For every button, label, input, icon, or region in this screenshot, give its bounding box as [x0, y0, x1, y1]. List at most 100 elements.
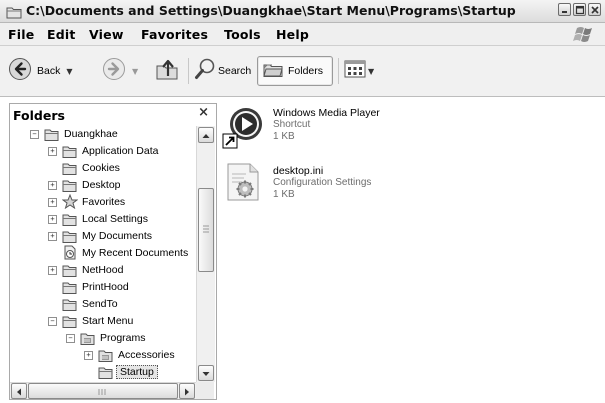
tree-item-local-settings[interactable]: + Local Settings [10, 211, 196, 228]
tree-item-label: Favorites [82, 196, 126, 208]
folders-pane: Folders × − Duangkhae + Application Data [9, 103, 217, 400]
scrollbar-corner [196, 382, 214, 399]
menu-help[interactable]: Help [276, 27, 309, 42]
tree-item-label-selected: Startup [116, 365, 158, 379]
collapse-icon[interactable]: − [30, 130, 39, 139]
forward-button[interactable]: ▼ [102, 56, 138, 86]
file-type: Shortcut [273, 119, 311, 130]
window-title: C:\Documents and Settings\Duangkhae\Star… [26, 3, 516, 18]
window-controls [558, 3, 601, 18]
search-icon [194, 57, 216, 85]
tree-item-label: Cookies [82, 162, 120, 174]
menu-file[interactable]: File [8, 27, 34, 42]
folder-open-icon [98, 365, 114, 382]
search-button[interactable]: Search [194, 56, 251, 86]
tree-item-favorites[interactable]: + Favorites [10, 193, 196, 211]
back-label: Back [37, 65, 61, 77]
folders-label: Folders [288, 65, 324, 77]
menu-view[interactable]: View [89, 27, 124, 42]
file-name: Windows Media Player [273, 107, 380, 119]
up-folder-icon [154, 56, 180, 86]
expand-icon[interactable]: + [48, 232, 57, 241]
folder-icon [6, 4, 22, 19]
scroll-right-button[interactable] [179, 383, 195, 399]
close-pane-button[interactable]: × [198, 105, 209, 120]
up-folder-button[interactable] [154, 56, 180, 86]
explorer-window: C:\Documents and Settings\Duangkhae\Star… [0, 0, 605, 403]
chevron-down-icon[interactable]: ▼ [368, 67, 374, 76]
tree-item-nethood[interactable]: + NetHood [10, 262, 196, 279]
tree-item-application-data[interactable]: + Application Data [10, 143, 196, 160]
folder-tree: − Duangkhae + Application Data Cookies +… [10, 126, 196, 382]
maximize-button[interactable] [573, 3, 586, 16]
scroll-thumb[interactable] [198, 188, 214, 272]
menu-favorites[interactable]: Favorites [141, 27, 208, 42]
tree-item-label: Duangkhae [64, 128, 118, 140]
minimize-button[interactable] [558, 3, 571, 16]
tree-item-my-recent-documents[interactable]: My Recent Documents [10, 245, 196, 262]
expand-icon[interactable]: + [84, 351, 93, 360]
file-name: desktop.ini [273, 165, 324, 177]
close-button[interactable] [588, 3, 601, 16]
tree-item-label: SendTo [82, 298, 118, 310]
toolbar: Back ▼ ▼ Search Folders ▼ [0, 46, 605, 97]
scroll-left-button[interactable] [11, 383, 27, 399]
tree-item-label: My Documents [82, 230, 153, 242]
tree-item-label: Application Data [82, 145, 159, 157]
title-bar[interactable]: C:\Documents and Settings\Duangkhae\Star… [0, 0, 605, 23]
config-file-icon [224, 160, 264, 208]
tree-item-label: Accessories [118, 349, 175, 361]
collapse-icon[interactable]: − [48, 317, 57, 326]
tree-item-accessories[interactable]: + Accessories [10, 347, 196, 364]
windows-logo-icon [571, 25, 597, 43]
file-type: Configuration Settings [273, 177, 372, 188]
tree-item-startup[interactable]: Startup [10, 364, 196, 381]
tree-item-label: My Recent Documents [82, 247, 189, 259]
forward-arrow-icon [102, 57, 126, 85]
tree-item-label: NetHood [82, 264, 124, 276]
tree-item-label: Programs [100, 332, 146, 344]
expand-icon[interactable]: + [48, 215, 57, 224]
tree-item-label: PrintHood [82, 281, 129, 293]
search-label: Search [218, 65, 252, 77]
menu-bar: File Edit View Favorites Tools Help [0, 23, 605, 46]
file-size: 1 KB [273, 131, 295, 142]
tree-item-my-documents[interactable]: + My Documents [10, 228, 196, 245]
folders-pane-header: Folders × [10, 104, 216, 126]
tree-item-duangkhae[interactable]: − Duangkhae [10, 126, 196, 143]
file-item-windows-media-player[interactable]: Windows Media Player Shortcut 1 KB [222, 104, 422, 150]
expand-icon[interactable]: + [48, 181, 57, 190]
expand-icon[interactable]: + [48, 147, 57, 156]
expand-icon[interactable]: + [48, 198, 57, 207]
back-button[interactable]: Back ▼ [8, 56, 73, 86]
views-icon [344, 59, 366, 83]
tree-item-desktop[interactable]: + Desktop [10, 177, 196, 194]
tree-item-label: Local Settings [82, 213, 148, 225]
tree-item-cookies[interactable]: Cookies [10, 160, 196, 177]
folders-pane-title: Folders [13, 108, 65, 123]
file-item-desktop-ini[interactable]: desktop.ini Configuration Settings 1 KB [222, 160, 422, 206]
menu-tools[interactable]: Tools [224, 27, 261, 42]
menu-edit[interactable]: Edit [47, 27, 76, 42]
tree-item-printhood[interactable]: PrintHood [10, 279, 196, 296]
chevron-down-icon[interactable]: ▼ [132, 67, 138, 76]
scroll-up-button[interactable] [198, 127, 214, 143]
chevron-down-icon[interactable]: ▼ [66, 67, 72, 76]
tree-item-label: Start Menu [82, 315, 134, 327]
folders-button[interactable]: Folders [257, 56, 333, 86]
tree-item-programs[interactable]: − Programs [10, 330, 196, 347]
file-size: 1 KB [273, 189, 295, 200]
collapse-icon[interactable]: − [66, 334, 75, 343]
tree-item-sendto[interactable]: SendTo [10, 296, 196, 313]
tree-item-label: Desktop [82, 179, 121, 191]
back-arrow-icon [8, 57, 32, 85]
scroll-down-button[interactable] [198, 365, 214, 381]
folders-icon [262, 58, 284, 84]
tree-item-start-menu[interactable]: − Start Menu [10, 313, 196, 330]
views-button[interactable]: ▼ [344, 56, 374, 86]
horizontal-scrollbar[interactable] [10, 382, 196, 399]
vertical-scrollbar[interactable] [196, 126, 215, 382]
scroll-thumb[interactable] [28, 383, 178, 399]
expand-icon[interactable]: + [48, 266, 57, 275]
media-player-icon [222, 104, 266, 154]
